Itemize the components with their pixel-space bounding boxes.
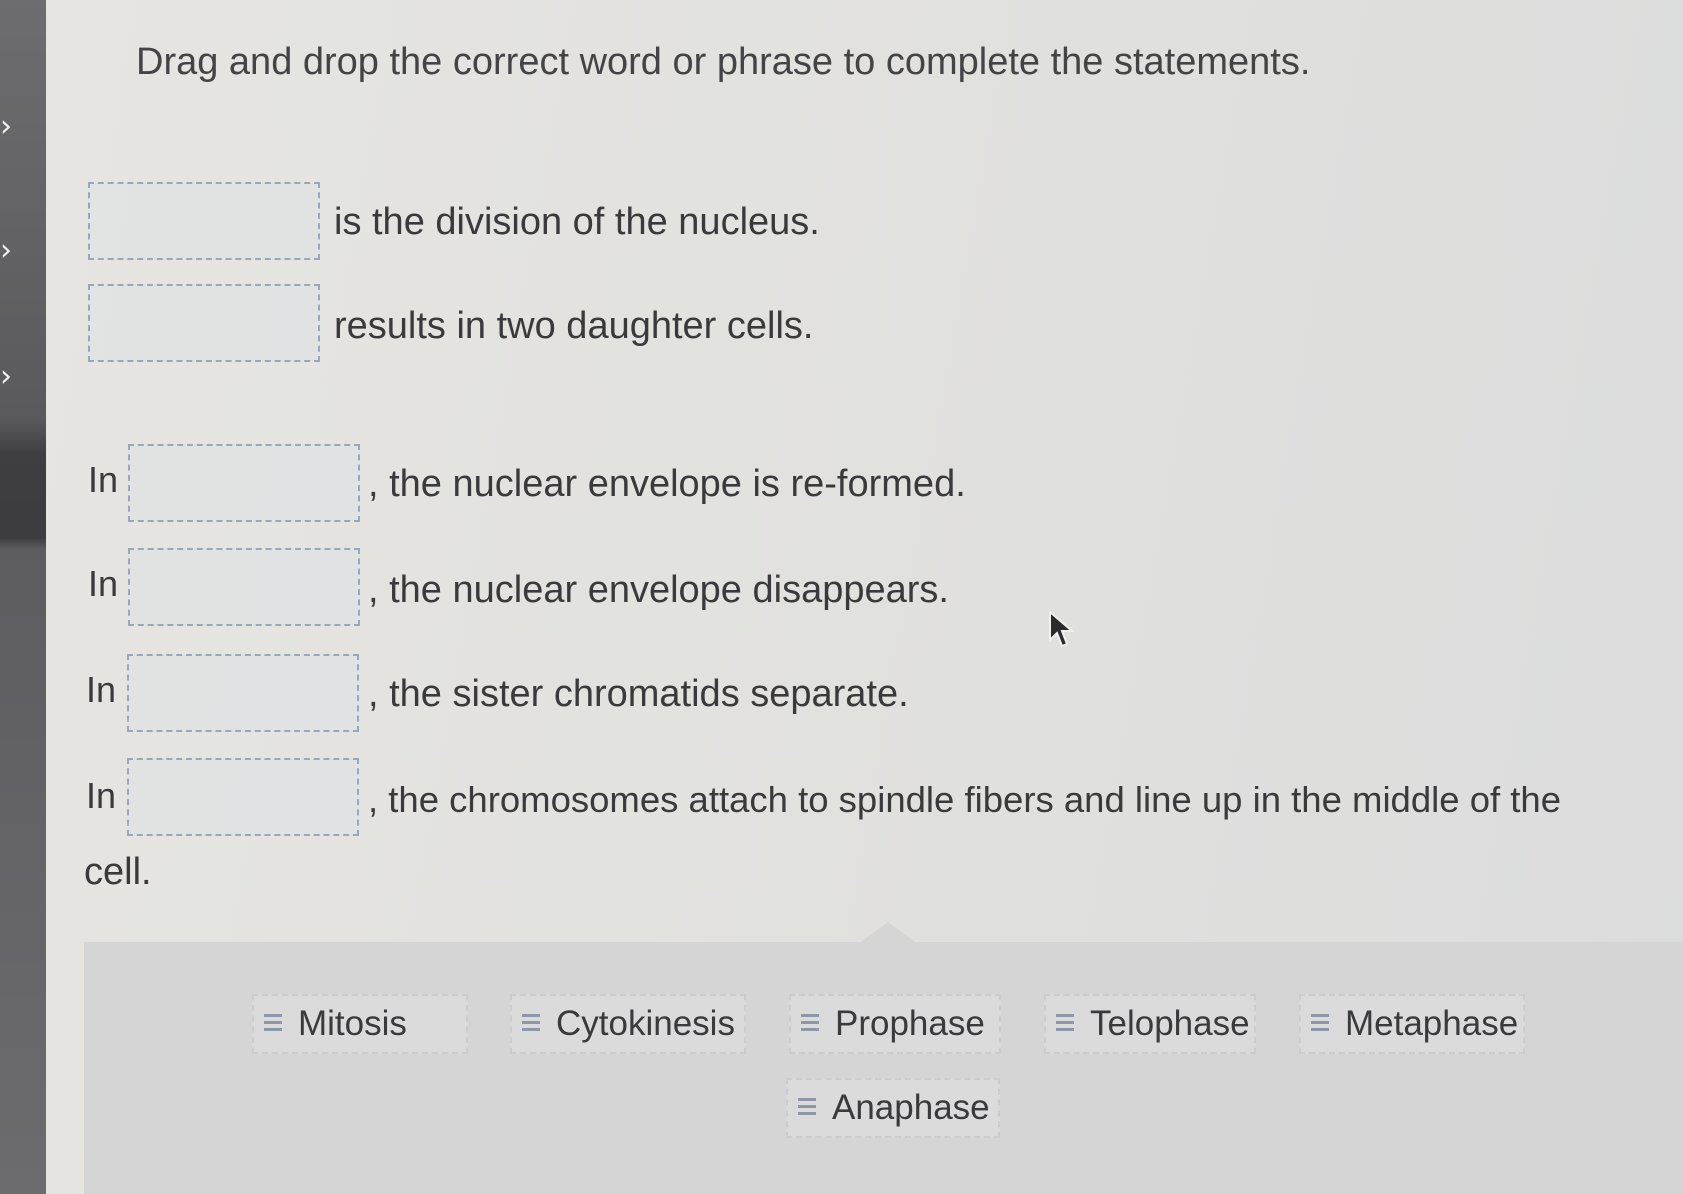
drop-zone-6[interactable] xyxy=(127,758,359,836)
drop-zone-3[interactable] xyxy=(128,444,360,522)
statement-5-prefix: In xyxy=(86,669,117,710)
statement-4-text: , the nuclear envelope disappears. xyxy=(368,569,949,611)
word-chip-label: Telophase xyxy=(1090,1004,1250,1043)
left-sidebar-strip: › › › xyxy=(0,0,46,1194)
word-chip-metaphase[interactable]: Metaphase xyxy=(1299,994,1525,1054)
statement-2-text: results in two daughter cells. xyxy=(334,305,814,347)
word-bank-pointer xyxy=(858,922,918,944)
grip-lines-icon xyxy=(798,1094,816,1119)
word-chip-label: Cytokinesis xyxy=(556,1004,735,1043)
word-chip-label: Metaphase xyxy=(1345,1004,1519,1043)
word-chip-anaphase[interactable]: Anaphase xyxy=(786,1078,1000,1138)
statement-5-text: , the sister chromatids separate. xyxy=(368,673,909,715)
word-chip-telophase[interactable]: Telophase xyxy=(1044,994,1256,1054)
chevron-right-icon[interactable]: › xyxy=(0,362,12,392)
grip-lines-icon xyxy=(801,1010,819,1035)
grip-lines-icon xyxy=(1311,1010,1329,1035)
drop-zone-1[interactable] xyxy=(88,182,320,260)
word-chip-mitosis[interactable]: Mitosis xyxy=(252,994,468,1054)
statement-3-prefix: In xyxy=(88,459,119,500)
drop-zone-2[interactable] xyxy=(88,284,320,362)
chevron-right-icon[interactable]: › xyxy=(0,236,12,266)
statement-3-text: , the nuclear envelope is re-formed. xyxy=(368,463,966,505)
mouse-cursor-icon xyxy=(1049,610,1075,648)
drop-zone-5[interactable] xyxy=(127,654,359,732)
word-chip-label: Prophase xyxy=(835,1004,985,1043)
grip-lines-icon xyxy=(264,1010,282,1035)
word-chip-label: Mitosis xyxy=(298,1004,407,1043)
grip-lines-icon xyxy=(1056,1010,1074,1035)
instruction-text: Drag and drop the correct word or phrase… xyxy=(136,41,1311,83)
statement-6-prefix: In xyxy=(86,775,117,816)
statement-6-text: , the chromosomes attach to spindle fibe… xyxy=(368,779,1562,820)
word-chip-prophase[interactable]: Prophase xyxy=(789,994,1001,1054)
chevron-right-icon[interactable]: › xyxy=(0,112,12,142)
word-bank: Mitosis Cytokinesis Prophase Telophase M… xyxy=(84,942,1683,1194)
statement-1-text: is the division of the nucleus. xyxy=(334,201,820,243)
statement-6-continuation: cell. xyxy=(84,851,152,893)
grip-lines-icon xyxy=(522,1010,540,1035)
drop-zone-4[interactable] xyxy=(128,548,360,626)
word-chip-label: Anaphase xyxy=(832,1088,990,1127)
word-chip-cytokinesis[interactable]: Cytokinesis xyxy=(510,994,746,1054)
statement-4-prefix: In xyxy=(88,563,119,604)
